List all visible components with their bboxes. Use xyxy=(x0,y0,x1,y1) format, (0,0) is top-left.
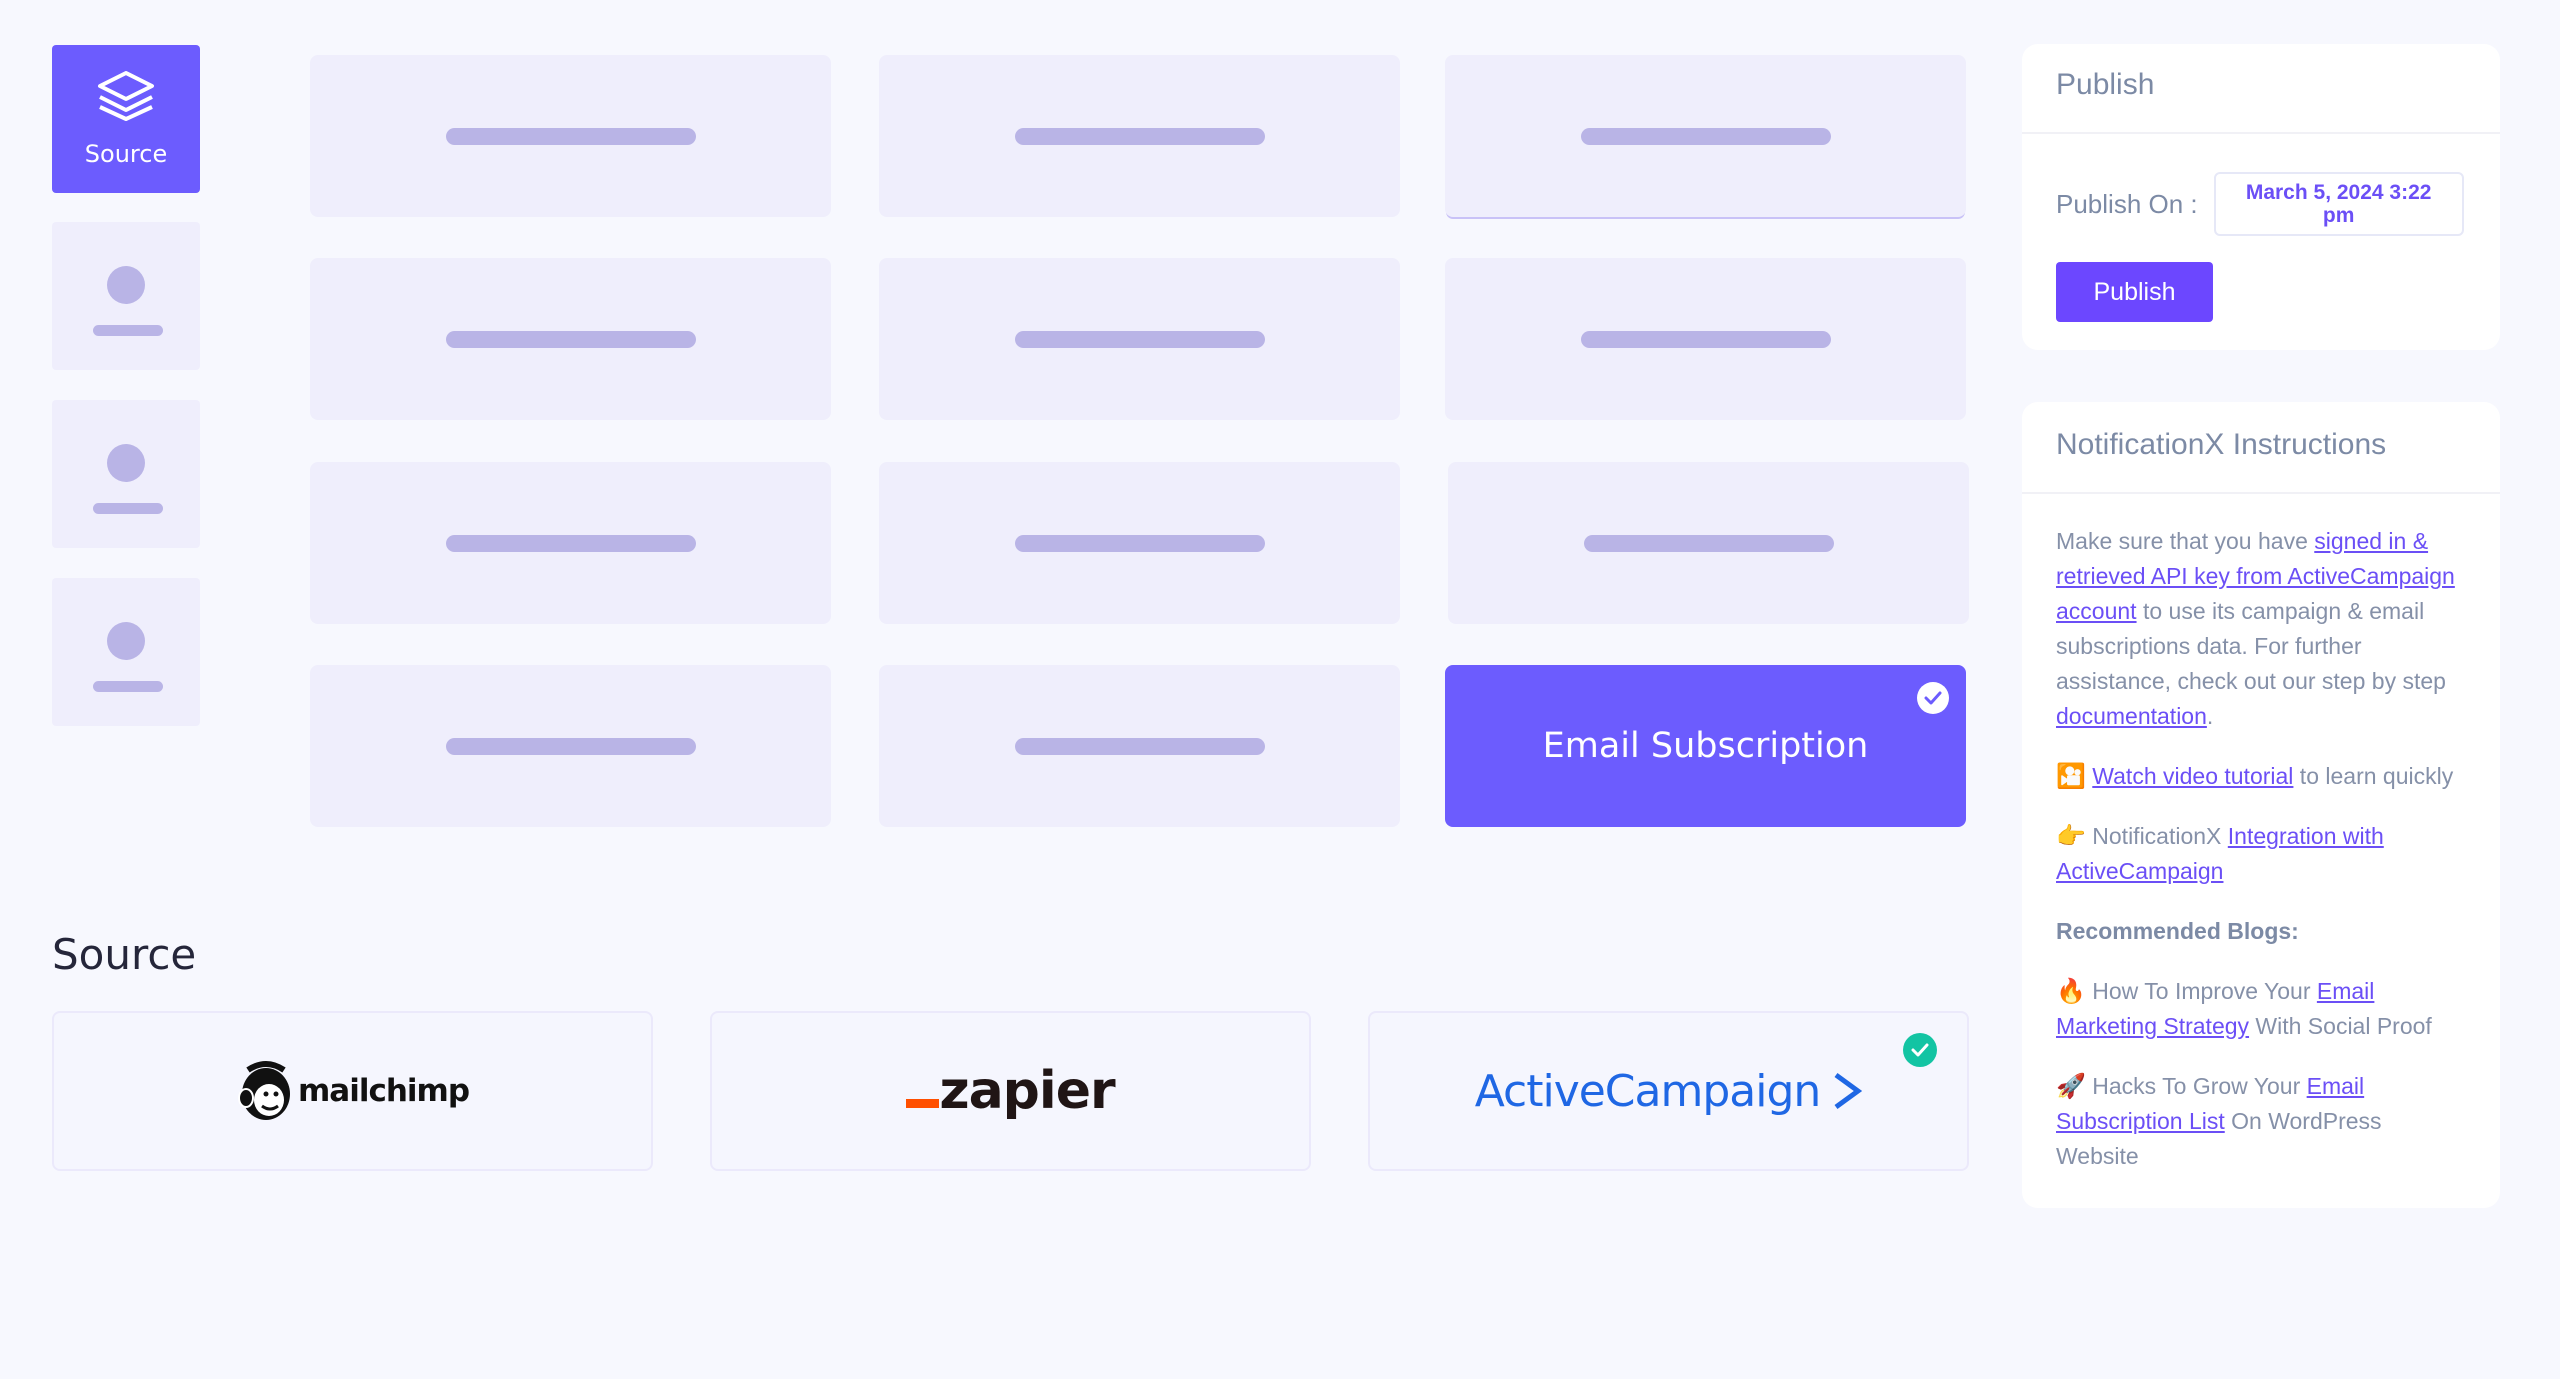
publish-on-row: Publish On : March 5, 2024 3:22 pm xyxy=(2056,172,2464,236)
panel-title: NotificationX Instructions xyxy=(2022,402,2500,494)
label-placeholder xyxy=(1014,128,1265,145)
publish-button[interactable]: Publish xyxy=(2056,262,2213,322)
label-placeholder xyxy=(1014,535,1265,552)
recommended-heading: Recommended Blogs: xyxy=(2056,918,2299,944)
label-placeholder xyxy=(1580,331,1831,348)
type-tile[interactable] xyxy=(879,258,1400,420)
type-tile[interactable] xyxy=(310,258,831,420)
section-title-source: Source xyxy=(52,930,197,979)
cinema-icon: 🎦 xyxy=(2056,762,2086,790)
blog-text: With Social Proof xyxy=(2249,1013,2432,1039)
rocket-icon: 🚀 xyxy=(2056,1072,2086,1100)
check-circle-icon xyxy=(1903,1033,1937,1067)
publish-date-field[interactable]: March 5, 2024 3:22 pm xyxy=(2213,172,2464,236)
label-placeholder xyxy=(445,128,696,145)
label-placeholder xyxy=(93,681,163,692)
type-tile[interactable] xyxy=(310,55,831,217)
integration-paragraph: 👉 NotificationX Integration with ActiveC… xyxy=(2056,819,2466,889)
type-tile[interactable] xyxy=(879,462,1400,624)
sidebar-item-placeholder[interactable] xyxy=(52,400,200,548)
sidebar-item-label: Source xyxy=(84,139,168,168)
type-tile[interactable] xyxy=(1445,258,1966,420)
zapier-logo-icon: zapier xyxy=(906,1061,1116,1121)
panel-title: Publish xyxy=(2022,44,2500,134)
activecampaign-logo-icon: ActiveCampaign xyxy=(1475,1066,1863,1117)
sidebar-item-placeholder[interactable] xyxy=(52,578,200,726)
instructions-panel: NotificationX Instructions Make sure tha… xyxy=(2022,402,2500,1208)
type-tile[interactable] xyxy=(1445,55,1966,217)
integration-text: NotificationX xyxy=(2085,823,2228,849)
blog-text: How To Improve Your xyxy=(2085,978,2317,1004)
video-text: to learn quickly xyxy=(2293,763,2454,789)
sidebar-item-source[interactable]: Source xyxy=(52,45,200,193)
publish-panel: Publish Publish On : March 5, 2024 3:22 … xyxy=(2022,44,2500,350)
label-placeholder xyxy=(445,331,696,348)
label-placeholder xyxy=(1014,738,1265,755)
video-tutorial-link[interactable]: Watch video tutorial xyxy=(2092,763,2293,789)
label-placeholder xyxy=(445,738,696,755)
type-tile[interactable] xyxy=(310,462,831,624)
check-circle-icon xyxy=(1917,682,1949,714)
avatar-placeholder-icon xyxy=(107,622,145,660)
source-card-activecampaign[interactable]: ActiveCampaign xyxy=(1368,1011,1969,1171)
sidebar-item-placeholder[interactable] xyxy=(52,222,200,370)
label-placeholder xyxy=(1014,331,1265,348)
avatar-placeholder-icon xyxy=(107,266,145,304)
blog-item: 🔥 How To Improve Your Email Marketing St… xyxy=(2056,974,2466,1044)
type-tile[interactable] xyxy=(879,665,1400,827)
type-tile[interactable] xyxy=(1448,462,1969,624)
source-card-zapier[interactable]: zapier xyxy=(710,1011,1311,1171)
publish-on-label: Publish On : xyxy=(2056,188,2198,219)
avatar-placeholder-icon xyxy=(107,444,145,482)
intro-paragraph: Make sure that you have signed in & retr… xyxy=(2056,524,2466,734)
source-name: zapier xyxy=(939,1061,1115,1121)
documentation-link[interactable]: documentation xyxy=(2056,703,2207,729)
layers-icon xyxy=(96,70,156,126)
source-name: ActiveCampaign xyxy=(1474,1065,1822,1117)
instructions-body: Make sure that you have signed in & retr… xyxy=(2022,494,2500,1174)
blog-text: Hacks To Grow Your xyxy=(2085,1073,2307,1099)
intro-text: . xyxy=(2206,703,2214,729)
pointing-hand-icon: 👉 xyxy=(2056,822,2086,850)
source-name: mailchimp xyxy=(297,1073,470,1109)
fire-icon: 🔥 xyxy=(2056,977,2086,1005)
intro-text: Make sure that you have xyxy=(2056,528,2315,554)
source-card-mailchimp[interactable]: mailchimp xyxy=(52,1011,653,1171)
label-placeholder xyxy=(93,503,163,514)
type-tile-email-subscription[interactable]: Email Subscription xyxy=(1445,665,1966,827)
type-tile[interactable] xyxy=(879,55,1400,217)
label-placeholder xyxy=(1580,128,1831,145)
type-tile-label: Email Subscription xyxy=(1542,726,1869,766)
blog-item: 🚀 Hacks To Grow Your Email Subscription … xyxy=(2056,1069,2466,1174)
label-placeholder xyxy=(445,535,696,552)
mailchimp-logo-icon: mailchimp xyxy=(236,1060,470,1122)
label-placeholder xyxy=(93,325,163,336)
label-placeholder xyxy=(1583,535,1834,552)
video-paragraph: 🎦 Watch video tutorial to learn quickly xyxy=(2056,759,2466,794)
type-tile[interactable] xyxy=(310,665,831,827)
